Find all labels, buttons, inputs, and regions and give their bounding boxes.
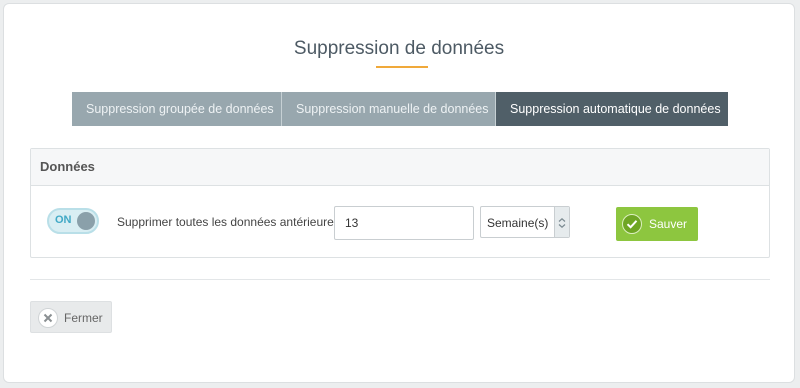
chevron-down-icon (554, 207, 569, 237)
tab-bar: Suppression groupée de données Suppressi… (72, 92, 728, 126)
dialog-title: Suppression de données (293, 38, 505, 59)
retention-amount-input[interactable] (334, 206, 474, 240)
tab-automatic-deletion[interactable]: Suppression automatique de données (496, 92, 728, 126)
auto-delete-toggle[interactable]: ON (47, 208, 99, 234)
title-underline (376, 66, 428, 68)
tab-bulk-deletion[interactable]: Suppression groupée de données (72, 92, 282, 126)
toggle-knob (77, 212, 95, 230)
close-button-label: Fermer (64, 311, 103, 325)
retention-unit-select[interactable]: Semaine(s) (480, 206, 570, 238)
close-button[interactable]: Fermer (30, 301, 112, 333)
save-button-label: Sauver (649, 217, 688, 231)
save-button[interactable]: Sauver (616, 207, 698, 241)
tab-manual-deletion[interactable]: Suppression manuelle de données (282, 92, 496, 126)
close-icon (38, 308, 58, 328)
toggle-label: ON (55, 214, 72, 226)
dialog: Suppression de données Suppression group… (3, 3, 795, 383)
footer-divider (30, 279, 770, 280)
select-value: Semaine(s) (487, 216, 549, 230)
data-panel: Données ON Supprimer toutes les données … (30, 148, 770, 258)
retention-label: Supprimer toutes les données antérieures… (117, 215, 350, 229)
checkmark-icon (622, 214, 642, 234)
panel-heading: Données (31, 149, 769, 186)
